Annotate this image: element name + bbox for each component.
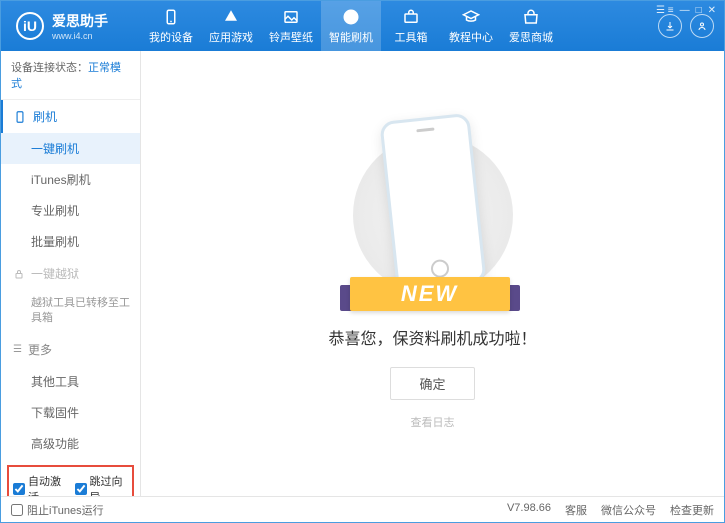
footer-link-support[interactable]: 客服	[565, 502, 587, 518]
logo-icon: iU	[16, 12, 44, 40]
nav-flash[interactable]: 智能刷机	[321, 1, 381, 51]
nav-apps[interactable]: 应用游戏	[201, 1, 261, 51]
download-button[interactable]	[658, 14, 682, 38]
main-nav: 我的设备 应用游戏 铃声壁纸 智能刷机 工具箱 教程中心	[141, 1, 658, 51]
phone-icon	[162, 8, 180, 26]
section-jailbreak-header: 一键越狱	[1, 257, 140, 290]
download-icon	[664, 20, 676, 32]
menu-icon[interactable]: ☰ ≡	[656, 5, 674, 16]
version-label: V7.98.66	[507, 502, 551, 518]
sidebar-item-itunes[interactable]: iTunes刷机	[1, 164, 140, 195]
success-message: 恭喜您，保资料刷机成功啦！	[328, 325, 536, 349]
lock-icon	[13, 268, 25, 280]
user-icon	[696, 20, 708, 32]
titlebar: iU 爱思助手 www.i4.cn 我的设备 应用游戏 铃声壁纸 智能刷机	[1, 1, 724, 51]
sidebar-item-batch[interactable]: 批量刷机	[1, 226, 140, 257]
flash-icon	[342, 8, 360, 26]
ok-button[interactable]: 确定	[390, 367, 474, 400]
nav-store[interactable]: 爱思商城	[501, 1, 561, 51]
logo: iU 爱思助手 www.i4.cn	[1, 11, 141, 41]
titlebar-actions	[658, 14, 724, 38]
sidebar-item-oneclick[interactable]: 一键刷机	[1, 133, 140, 164]
body: 设备连接状态：正常模式 刷机 一键刷机 iTunes刷机 专业刷机 批量刷机 一…	[1, 51, 724, 496]
success-illustration: NEW	[358, 117, 508, 307]
connection-status: 设备连接状态：正常模式	[1, 51, 140, 100]
minimize-icon[interactable]: —	[680, 5, 690, 16]
hamburger-icon: ☰	[13, 344, 22, 355]
footer-link-update[interactable]: 检查更新	[670, 502, 714, 518]
app-subtitle: www.i4.cn	[52, 31, 108, 41]
apps-icon	[222, 8, 240, 26]
view-log-link[interactable]: 查看日志	[411, 414, 455, 430]
app-window: ☰ ≡ — □ ✕ iU 爱思助手 www.i4.cn 我的设备 应用游戏 铃声…	[0, 0, 725, 523]
main-content: NEW 恭喜您，保资料刷机成功啦！ 确定 查看日志	[141, 51, 724, 496]
close-icon[interactable]: ✕	[708, 5, 716, 16]
footer-link-wechat[interactable]: 微信公众号	[601, 502, 656, 518]
jailbreak-note: 越狱工具已转移至工具箱	[1, 290, 140, 333]
checkbox-highlight: 自动激活 跳过向导	[7, 465, 134, 496]
sidebar: 设备连接状态：正常模式 刷机 一键刷机 iTunes刷机 专业刷机 批量刷机 一…	[1, 51, 141, 496]
nav-my-device[interactable]: 我的设备	[141, 1, 201, 51]
toolbox-icon	[402, 8, 420, 26]
section-more-header[interactable]: ☰ 更多	[1, 333, 140, 366]
tutorial-icon	[462, 8, 480, 26]
window-controls: ☰ ≡ — □ ✕	[656, 5, 716, 16]
phone-small-icon	[13, 110, 27, 124]
nav-tutorials[interactable]: 教程中心	[441, 1, 501, 51]
section-flash: 刷机 一键刷机 iTunes刷机 专业刷机 批量刷机	[1, 100, 140, 257]
nav-toolbox[interactable]: 工具箱	[381, 1, 441, 51]
checkbox-auto-activate[interactable]: 自动激活	[13, 473, 67, 496]
sidebar-item-advanced[interactable]: 高级功能	[1, 428, 140, 459]
sidebar-item-other[interactable]: 其他工具	[1, 366, 140, 397]
app-title: 爱思助手	[52, 11, 108, 31]
checkbox-block-itunes[interactable]: 阻止iTunes运行	[11, 502, 104, 518]
checkbox-skip-guide[interactable]: 跳过向导	[75, 473, 129, 496]
sidebar-item-firmware[interactable]: 下载固件	[1, 397, 140, 428]
sidebar-item-pro[interactable]: 专业刷机	[1, 195, 140, 226]
section-flash-header[interactable]: 刷机	[1, 100, 140, 133]
maximize-icon[interactable]: □	[696, 5, 702, 16]
store-icon	[522, 8, 540, 26]
footer: 阻止iTunes运行 V7.98.66 客服 微信公众号 检查更新	[1, 496, 724, 522]
footer-right: V7.98.66 客服 微信公众号 检查更新	[507, 502, 714, 518]
wallpaper-icon	[282, 8, 300, 26]
user-button[interactable]	[690, 14, 714, 38]
nav-ringtones[interactable]: 铃声壁纸	[261, 1, 321, 51]
